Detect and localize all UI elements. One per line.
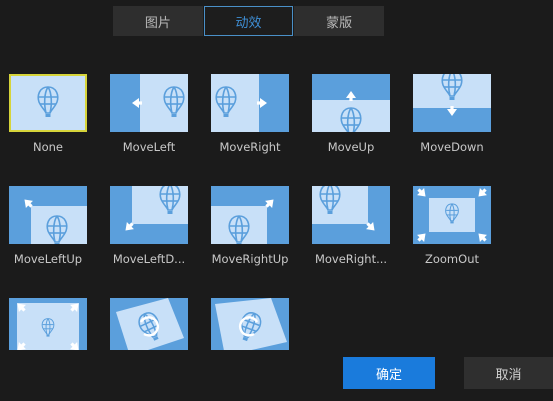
effect-item-move-left-up[interactable]: MoveLeftUp <box>0 186 97 282</box>
effect-item-none[interactable]: None <box>0 74 97 170</box>
none-icon <box>9 74 87 132</box>
move-down-icon <box>413 74 491 132</box>
zoom-in-icon <box>9 298 87 350</box>
effect-item-move-right-down[interactable]: MoveRight... <box>302 186 400 282</box>
effect-label: MoveLeft <box>122 140 176 154</box>
effect-label: MoveRight <box>219 140 281 154</box>
effect-label: ZoomOut <box>424 252 479 266</box>
effect-label: None <box>32 140 63 154</box>
move-up-icon <box>312 74 390 132</box>
cancel-button[interactable]: 取消 <box>464 357 553 389</box>
effect-item-move-right-up[interactable]: MoveRightUp <box>201 186 299 282</box>
zoom-out-icon <box>413 186 491 244</box>
effect-item-move-down[interactable]: MoveDown <box>403 74 501 170</box>
effect-item-rotate-right[interactable] <box>201 298 299 350</box>
move-right-up-icon <box>211 186 289 244</box>
effect-label: MoveLeftUp <box>13 252 83 266</box>
effect-item-zoom-out[interactable]: ZoomOut <box>403 186 501 282</box>
effect-item-move-right[interactable]: MoveRight <box>201 74 299 170</box>
move-right-icon <box>211 74 289 132</box>
move-right-down-icon <box>312 186 390 244</box>
confirm-button[interactable]: 确定 <box>343 357 435 389</box>
move-left-up-icon <box>9 186 87 244</box>
effect-grid: None MoveLeft MoveRight MoveUp MoveDown … <box>0 0 553 350</box>
effect-item-move-left[interactable]: MoveLeft <box>100 74 198 170</box>
move-left-icon <box>110 74 188 132</box>
effect-item-move-left-down[interactable]: MoveLeftD... <box>100 186 198 282</box>
effect-label: MoveDown <box>420 140 484 154</box>
effect-item-move-up[interactable]: MoveUp <box>302 74 400 170</box>
effect-item-rotate-left[interactable] <box>100 298 198 350</box>
move-left-down-icon <box>110 186 188 244</box>
effect-label: MoveRightUp <box>211 252 289 266</box>
effect-label: MoveRight... <box>314 252 388 266</box>
rotate-left-icon <box>110 298 188 350</box>
effect-label: MoveUp <box>327 140 375 154</box>
rotate-right-icon <box>211 298 289 350</box>
effect-item-zoom-in[interactable] <box>0 298 97 350</box>
effect-label: MoveLeftD... <box>112 252 186 266</box>
